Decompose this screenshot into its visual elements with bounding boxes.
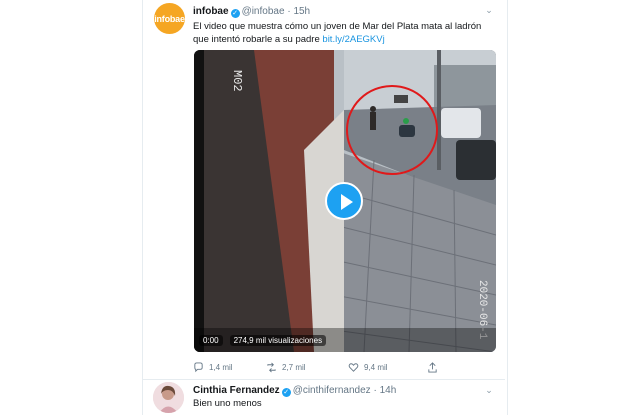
retweet-icon xyxy=(267,362,276,373)
reply-action[interactable]: 1,4 mil xyxy=(193,362,233,373)
share-action[interactable] xyxy=(427,362,438,373)
reply-author-name[interactable]: Cinthia Fernandez xyxy=(193,385,280,396)
chevron-down-icon[interactable]: ⌄ xyxy=(484,5,494,15)
retweet-count: 2,7 mil xyxy=(282,363,306,372)
reply-count: 1,4 mil xyxy=(209,363,233,372)
play-button[interactable] xyxy=(325,182,363,220)
separator-dot: · xyxy=(287,6,291,17)
share-icon xyxy=(428,362,437,373)
tweet-text: El video que muestra cómo un joven de Ma… xyxy=(193,20,493,46)
infobae-avatar[interactable]: infobae xyxy=(154,3,185,34)
retweet-action[interactable]: 2,7 mil xyxy=(266,362,306,373)
verified-icon: ✓ xyxy=(281,388,291,397)
video-views: 274,9 mil visualizaciones xyxy=(229,335,327,346)
separator-dot: · xyxy=(373,385,377,396)
reply-icon xyxy=(194,362,203,373)
cinthia-avatar[interactable] xyxy=(153,382,184,413)
video-stats: 0:00 274,9 mil visualizaciones xyxy=(199,335,333,346)
heart-icon xyxy=(348,363,359,372)
reply-header: Cinthia Fernandez ✓ @cinthifernandez · 14h xyxy=(193,385,396,397)
tweet-time[interactable]: 15h xyxy=(293,6,310,17)
video-overlay-top: M02 xyxy=(230,70,244,92)
reply-text: Bien uno menos xyxy=(193,398,262,409)
verified-icon: ✓ xyxy=(230,9,240,18)
tweet-link[interactable]: bit.ly/2AEGKVj xyxy=(322,34,384,45)
author-name[interactable]: infobae xyxy=(193,6,229,17)
video-time: 0:00 xyxy=(199,335,223,346)
like-count: 9,4 mil xyxy=(364,363,388,372)
tweet-header: infobae ✓ @infobae · 15h xyxy=(193,6,310,18)
tweet-divider xyxy=(143,379,505,380)
reply-author-handle[interactable]: @cinthifernandez xyxy=(293,385,371,396)
author-handle[interactable]: @infobae xyxy=(242,6,285,17)
reply-time[interactable]: 14h xyxy=(380,385,397,396)
like-action[interactable]: 9,4 mil xyxy=(348,362,388,373)
chevron-down-icon[interactable]: ⌄ xyxy=(484,385,494,395)
